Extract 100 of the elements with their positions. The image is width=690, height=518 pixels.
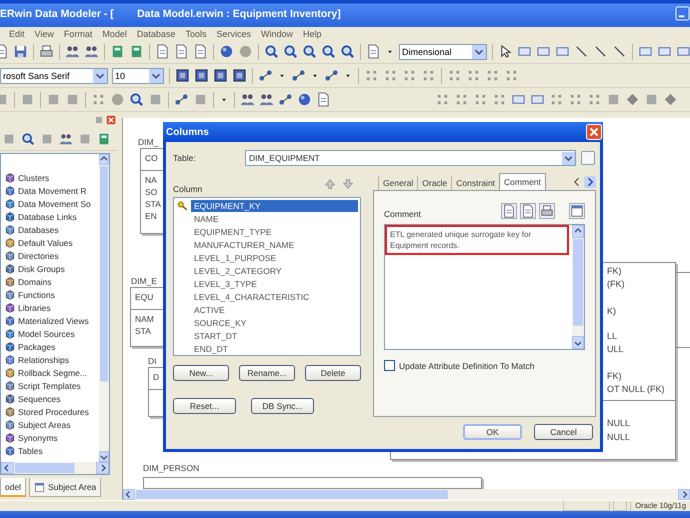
cube-icon[interactable]	[5, 264, 15, 274]
magnifier-icon[interactable]	[302, 44, 317, 59]
dialog-button[interactable]: Cancel	[534, 424, 593, 440]
column-item[interactable]: EQUIPMENT_KY	[191, 200, 358, 212]
cube-icon[interactable]	[5, 406, 15, 416]
format-icon[interactable]	[213, 68, 228, 83]
tree-item[interactable]: Materialized Views	[18, 316, 89, 326]
tree-item[interactable]: Data Movement R	[18, 186, 86, 196]
close-icon[interactable]	[586, 124, 602, 140]
printer-icon[interactable]	[39, 44, 54, 59]
cube-icon[interactable]	[5, 432, 15, 442]
tree-item[interactable]: Subject Areas	[18, 420, 70, 430]
document-icon[interactable]	[501, 203, 517, 219]
menu-item[interactable]: Database	[132, 28, 180, 38]
cube-icon[interactable]	[5, 238, 15, 248]
connector-icon[interactable]	[324, 68, 339, 83]
tree-item[interactable]: Clusters	[18, 172, 50, 182]
tree-item[interactable]: Script Templates	[18, 380, 81, 390]
checkbox[interactable]	[384, 360, 395, 371]
line-icon[interactable]	[612, 44, 627, 59]
cube-icon[interactable]	[5, 290, 15, 300]
column-item[interactable]: MANUFACTURER_NAME	[191, 238, 298, 250]
column-item[interactable]: LEVEL_2_CATEGORY	[191, 264, 285, 276]
list-button[interactable]: New...	[173, 365, 229, 381]
cube-icon[interactable]	[5, 354, 15, 364]
font-combo[interactable]: rosoft Sans Serif	[0, 68, 108, 84]
column-item[interactable]: LEVEL_1_PURPOSE	[191, 252, 280, 264]
tree-item[interactable]: Model Sources	[18, 328, 75, 338]
tree-item[interactable]: Synonyms	[18, 432, 58, 442]
cube-icon[interactable]	[5, 302, 15, 312]
magnifier-icon[interactable]	[264, 44, 279, 59]
menu-item[interactable]: Services	[211, 28, 256, 38]
connector-icon[interactable]	[278, 92, 293, 107]
line-icon[interactable]	[593, 44, 608, 59]
people-icon[interactable]	[84, 44, 99, 59]
column-item[interactable]: EQUIPMENT_TYPE	[191, 226, 274, 238]
tree-item[interactable]: Disk Groups	[18, 264, 65, 274]
menu-item[interactable]: Model	[97, 28, 132, 38]
cube-icon[interactable]	[5, 394, 15, 404]
explorer-tab[interactable]: odel	[0, 478, 26, 497]
tree-item[interactable]: Data Movement So	[18, 198, 91, 208]
cube-icon[interactable]	[5, 250, 15, 260]
cube-icon[interactable]	[5, 380, 15, 390]
menu-item[interactable]: Tools	[180, 28, 212, 38]
minimize-icon[interactable]	[675, 6, 690, 21]
column-item[interactable]: START_DT	[191, 330, 240, 342]
document-icon[interactable]	[520, 203, 536, 219]
window-icon[interactable]	[569, 203, 585, 219]
menu-item[interactable]: Help	[298, 28, 326, 38]
tree-item[interactable]: Database Links	[18, 212, 77, 222]
document-icon[interactable]	[366, 44, 381, 59]
connector-icon[interactable]	[291, 68, 306, 83]
format-icon[interactable]	[232, 68, 247, 83]
diamond-icon[interactable]	[663, 92, 678, 107]
entity-box[interactable]	[143, 477, 482, 489]
cube-icon[interactable]	[5, 276, 15, 286]
cube-icon[interactable]	[5, 224, 15, 234]
connector-icon[interactable]	[174, 92, 189, 107]
tree-item[interactable]: Tables	[18, 446, 43, 456]
menu-item[interactable]: Edit	[4, 28, 30, 38]
document-icon[interactable]	[155, 44, 170, 59]
globe-icon[interactable]	[297, 92, 312, 107]
column-item[interactable]: SOURCE_KY	[191, 316, 250, 328]
font-size-combo[interactable]: 10	[112, 68, 164, 84]
table-combo[interactable]: DIM_EQUIPMENT	[245, 150, 576, 166]
globe-icon[interactable]	[219, 44, 234, 59]
magnifier-icon[interactable]	[321, 44, 336, 59]
magnifier-icon[interactable]	[340, 44, 355, 59]
tree-item[interactable]: Libraries	[18, 302, 51, 312]
format-icon[interactable]	[194, 68, 209, 83]
people-icon[interactable]	[240, 92, 255, 107]
cube-icon[interactable]	[5, 328, 15, 338]
cube-icon[interactable]	[5, 198, 15, 208]
tree-item[interactable]: Stored Procedures	[18, 406, 89, 416]
sync-button[interactable]: DB Sync...	[251, 398, 314, 414]
people-icon[interactable]	[59, 132, 73, 146]
scrollbar[interactable]	[123, 489, 690, 500]
document-icon[interactable]	[316, 92, 331, 107]
column-item[interactable]: END_DT	[191, 342, 232, 354]
explorer-tab[interactable]: Subject Area	[29, 478, 102, 497]
magnifier-icon[interactable]	[21, 132, 35, 146]
tree-item[interactable]: Packages	[18, 342, 56, 352]
column-item[interactable]: NAME	[191, 212, 222, 224]
people-icon[interactable]	[65, 44, 80, 59]
column-item[interactable]: LEVEL_4_CHARACTERISTIC	[191, 290, 312, 302]
tree-item[interactable]: Relationships	[18, 354, 70, 364]
tree-item[interactable]: Directories	[18, 250, 59, 260]
scrollbar[interactable]	[99, 154, 109, 462]
menu-item[interactable]: Format	[58, 28, 98, 38]
connector-icon[interactable]	[258, 68, 273, 83]
dialog-button[interactable]: OK	[463, 424, 522, 440]
menu-item[interactable]: View	[30, 28, 59, 38]
magnifier-icon[interactable]	[129, 92, 144, 107]
close-icon[interactable]	[106, 115, 116, 125]
tree-item[interactable]: Functions	[18, 290, 55, 300]
column-item[interactable]: LEVEL_3_TYPE	[191, 278, 260, 290]
list-button[interactable]: Rename...	[239, 365, 295, 381]
format-icon[interactable]	[175, 68, 190, 83]
floppy-icon[interactable]	[13, 44, 28, 59]
people-icon[interactable]	[259, 92, 274, 107]
